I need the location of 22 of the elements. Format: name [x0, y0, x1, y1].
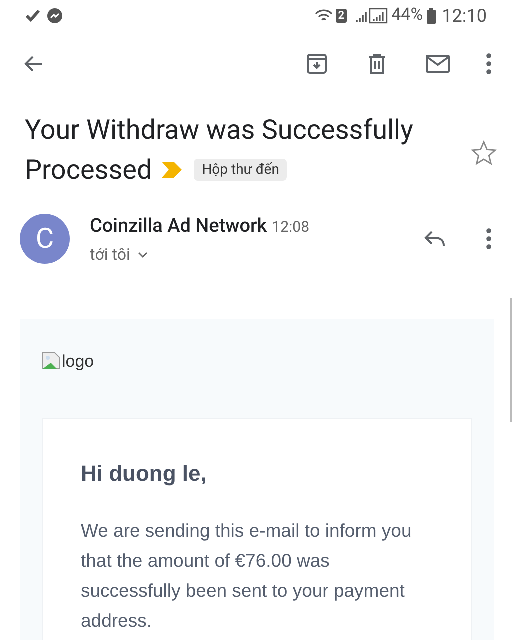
signal-icon: [354, 8, 389, 24]
email-subject: Processed: [25, 153, 152, 188]
chevron-down-icon: [138, 252, 148, 258]
inbox-label[interactable]: Hộp thư đến: [194, 159, 288, 181]
sent-time: 12:08: [272, 217, 310, 238]
more-icon: [485, 228, 493, 250]
battery-icon: [427, 8, 436, 24]
check-icon: [26, 10, 40, 22]
sender-avatar: C: [20, 214, 70, 264]
clock: 12:10: [442, 4, 487, 28]
greeting: Hi duong le,: [81, 460, 208, 488]
more-icon: [485, 53, 493, 75]
important-marker-icon[interactable]: [162, 162, 182, 178]
recipient-details[interactable]: tới tôi: [90, 242, 148, 266]
sim-badge: 2: [336, 9, 347, 23]
message-text: We are sending this e-mail to inform you that the amount of €76.00 was successfully been sent to your payment address.: [81, 519, 413, 633]
broken-logo-image: logo: [42, 348, 472, 374]
messenger-icon: [47, 8, 63, 24]
sender-name: Coinzilla Ad Network: [90, 213, 268, 239]
email-subject: Your Withdraw was Successfully: [25, 114, 414, 146]
battery-percent: 44%: [392, 4, 424, 28]
star-button[interactable]: [471, 140, 497, 166]
